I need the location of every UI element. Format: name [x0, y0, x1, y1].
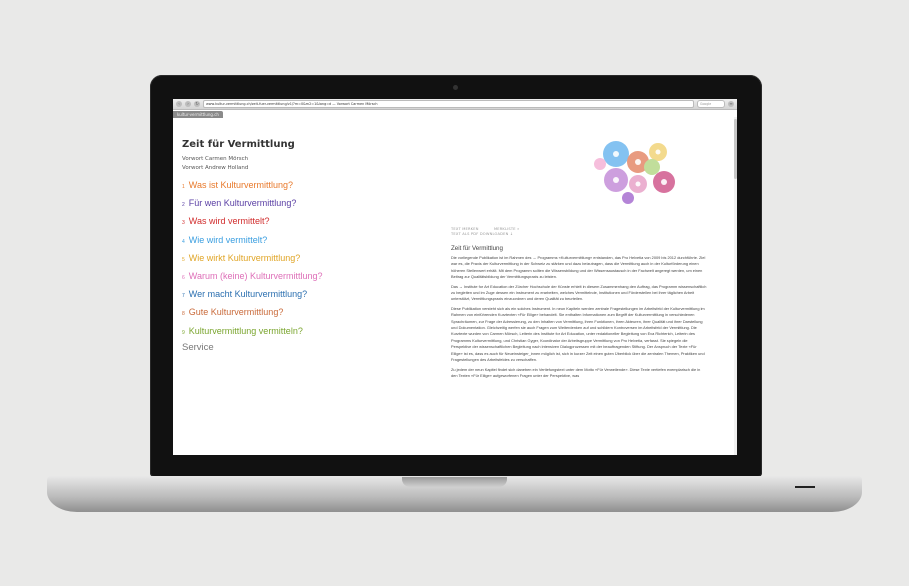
chapter-link-7[interactable]: 7 Wer macht Kulturvermittlung? [182, 285, 382, 303]
tab-site[interactable]: kultur-vermittlung.ch [173, 111, 223, 118]
chapter-number: 4 [182, 238, 185, 245]
article-column: TEXT MERKEN MERKLISTE » TEXT ALS PDF DOW… [451, 227, 707, 382]
scrollbar-thumb[interactable] [734, 119, 737, 179]
page-title: Zeit für Vermittlung [182, 139, 295, 150]
tab-strip: kultur-vermittlung.ch [173, 110, 737, 118]
article-paragraph: Das → Institute for Art Education der Zü… [451, 283, 707, 302]
browser-toolbar: ‹ › ↻ www.kultur-vermittlung.ch/zeit-fue… [173, 99, 737, 110]
laptop-indicator [795, 486, 815, 488]
chapter-number: 9 [182, 329, 185, 336]
article-paragraph: Die vorliegende Publikation ist im Rahme… [451, 255, 706, 280]
chapter-link-6[interactable]: 6 Warum (keine) Kulturvermittlung? [182, 267, 382, 285]
url-field[interactable]: www.kultur-vermittlung.ch/zeit-fuer-verm… [203, 100, 694, 108]
preface-link-moersch[interactable]: Vorwort Carmen Mörsch [182, 155, 382, 164]
browser-screen: ‹ › ↻ www.kultur-vermittlung.ch/zeit-fue… [173, 99, 737, 455]
merkliste-link[interactable]: MERKLISTE » [494, 227, 520, 231]
article-title: Zeit für Vermittlung [451, 245, 503, 252]
laptop-notch [402, 477, 507, 487]
chapter-link-2[interactable]: 2 Für wen Kulturvermittlung? [182, 194, 382, 212]
article-tools: TEXT MERKEN MERKLISTE » TEXT ALS PDF DOW… [451, 227, 707, 237]
chapter-number: 5 [182, 256, 185, 263]
chapter-number: 8 [182, 311, 185, 318]
chapter-navigation: Zeit für Vermittlung Vorwort Carmen Mörs… [182, 139, 382, 353]
back-icon[interactable]: ‹ [176, 101, 182, 107]
chapter-label: Wer macht Kulturvermittlung? [188, 289, 308, 300]
chapter-link-8[interactable]: 8 Gute Kulturvermittlung? [182, 303, 382, 321]
chapter-link-5[interactable]: 5 Wie wirkt Kulturvermittlung? [182, 249, 382, 267]
chapter-list: 1 Was ist Kulturvermittlung? 2 Für wen Kult… [182, 176, 382, 340]
chapter-link-1[interactable]: 1 Was ist Kulturvermittlung? [182, 176, 382, 194]
reload-icon[interactable]: ↻ [194, 101, 200, 107]
forward-icon[interactable]: › [185, 101, 191, 107]
camera-icon [453, 85, 458, 90]
chapter-number: 3 [182, 220, 185, 227]
article-paragraph: Zu jedem der neun Kapitel findet sich da… [451, 366, 701, 378]
chapter-number: 6 [182, 274, 185, 281]
pdf-download-link[interactable]: TEXT ALS PDF DOWNLOADEN ↓ [451, 232, 707, 237]
chapter-link-4[interactable]: 4 Wie wird vermittelt? [182, 231, 382, 249]
chapter-label: Warum (keine) Kulturvermittlung? [188, 270, 323, 281]
chapter-number: 7 [182, 293, 185, 300]
chapter-number: 2 [182, 202, 185, 209]
service-link[interactable]: Service [182, 342, 382, 353]
chapter-link-9[interactable]: 9 Kulturvermittlung vermitteln? [182, 322, 382, 340]
chapter-link-3[interactable]: 3 Was wird vermittelt? [182, 212, 382, 230]
chapter-label: Wie wirkt Kulturvermittlung? [188, 252, 301, 263]
chapter-label: Wie wird vermittelt? [188, 234, 268, 245]
chapter-label: Für wen Kulturvermittlung? [188, 198, 297, 209]
chapter-label: Was wird vermittelt? [188, 216, 270, 227]
chapter-label: Was ist Kulturvermittlung? [188, 180, 293, 190]
chapter-label: Kulturvermittlung vermitteln? [188, 325, 303, 336]
menu-icon[interactable]: ≡ [728, 101, 734, 107]
chapter-number: 1 [182, 184, 185, 190]
search-input[interactable]: Google [697, 100, 725, 108]
preface-link-holland[interactable]: Vorwort Andrew Holland [182, 164, 382, 173]
text-merken-link[interactable]: TEXT MERKEN [451, 227, 479, 231]
article-paragraph: Diese Publikation versteht sich als ein … [451, 305, 705, 363]
chapter-label: Gute Kulturvermittlung? [188, 307, 284, 318]
flower-illustration [594, 141, 675, 204]
